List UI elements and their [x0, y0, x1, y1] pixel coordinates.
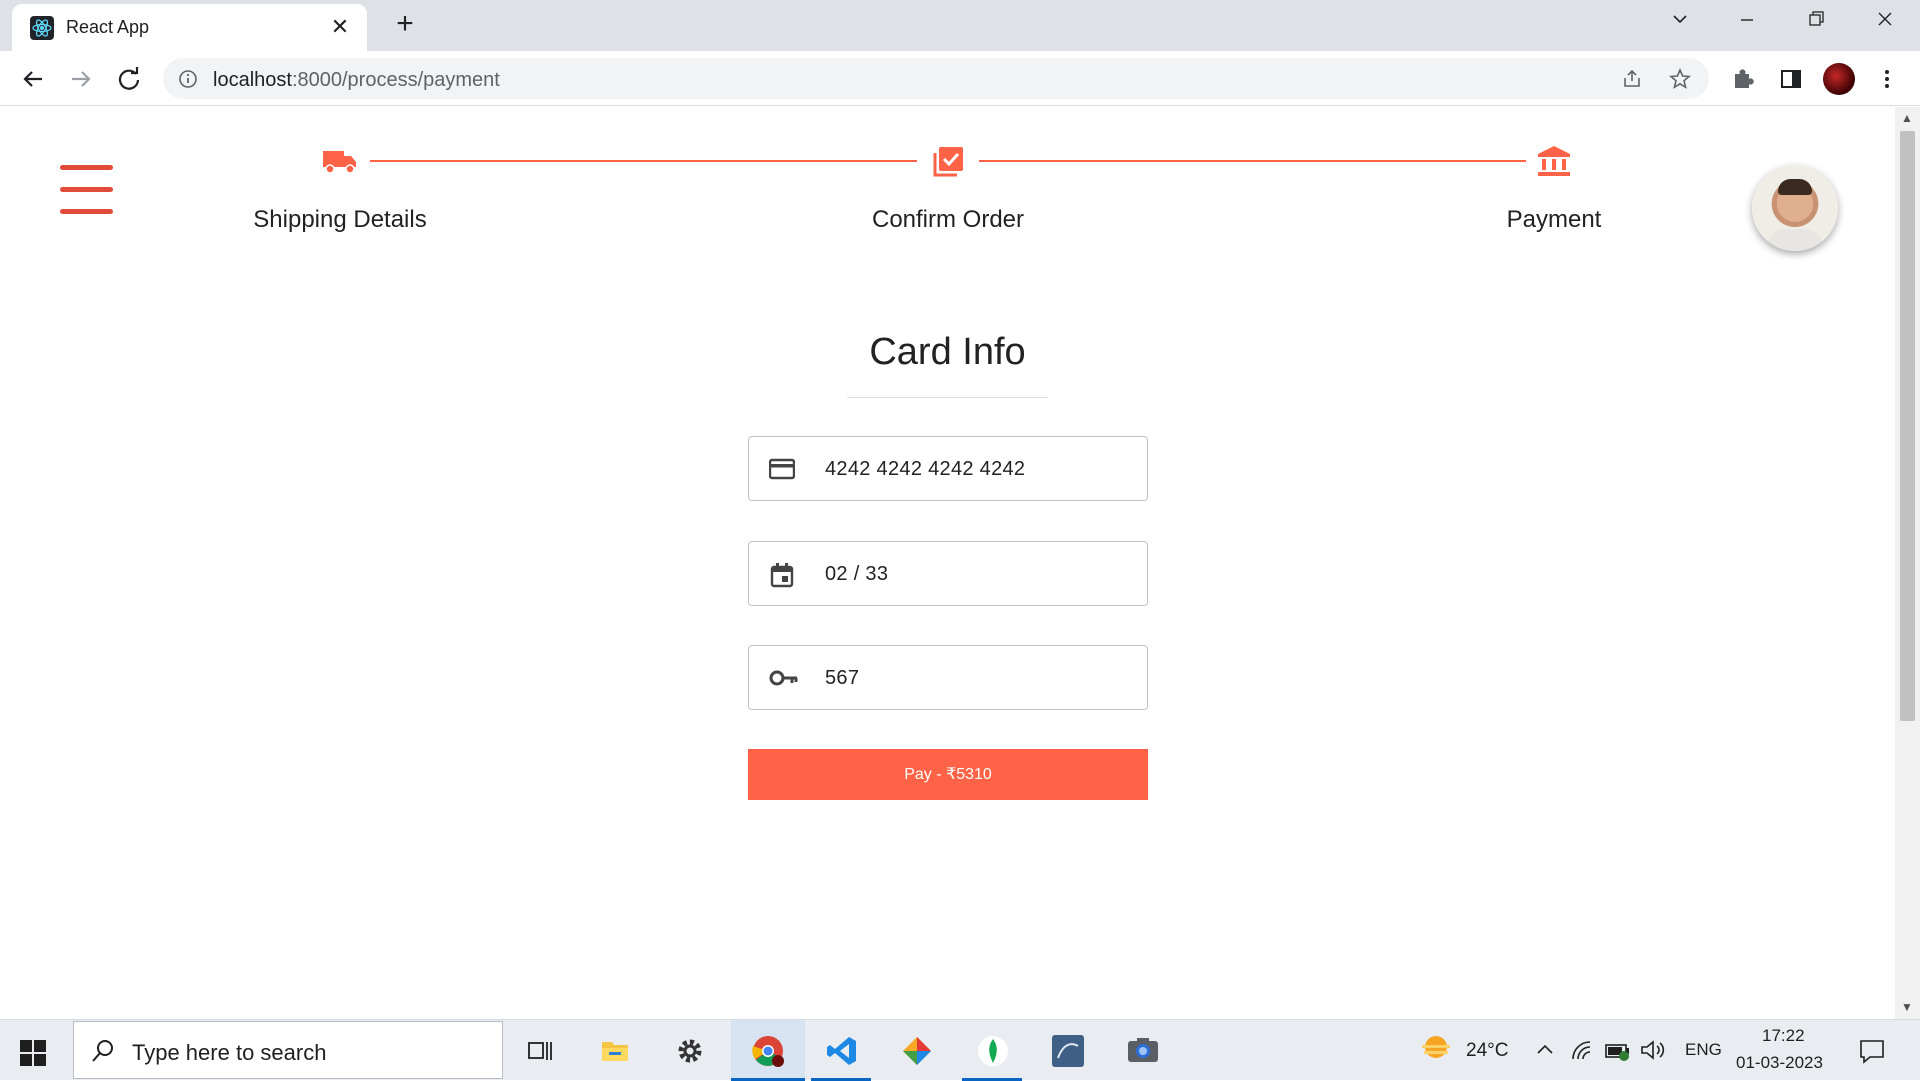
mongodb-compass-icon[interactable]: [962, 1020, 1022, 1081]
expiry-date-field[interactable]: 02 / 33: [748, 541, 1148, 606]
checklist-icon: [931, 145, 967, 177]
vscode-icon[interactable]: [811, 1020, 871, 1081]
close-window-button[interactable]: [1865, 8, 1905, 38]
chrome-menu-icon[interactable]: [1872, 64, 1902, 94]
new-tab-button[interactable]: +: [390, 9, 420, 40]
weather-temperature[interactable]: 24°C: [1466, 1040, 1508, 1062]
tab-search-icon[interactable]: [1660, 8, 1700, 38]
notifications-icon[interactable]: [1858, 1038, 1886, 1064]
bank-icon: [1536, 145, 1572, 177]
camera-app-icon[interactable]: [1112, 1020, 1172, 1081]
card-info-heading: Card Info: [869, 331, 1026, 373]
input-language[interactable]: ENG: [1685, 1040, 1722, 1060]
close-tab-icon[interactable]: ✕: [327, 14, 353, 40]
card-number-value: 4242 4242 4242 4242: [825, 458, 1026, 480]
url-text: localhost:8000/process/payment: [213, 69, 500, 91]
task-view-icon[interactable]: [510, 1020, 570, 1081]
show-hidden-icons-chevron-icon[interactable]: [1535, 1040, 1555, 1060]
bookmark-star-icon[interactable]: [1668, 67, 1692, 91]
clock-date[interactable]: 01-03-2023: [1736, 1053, 1823, 1073]
back-arrow-icon[interactable]: [18, 64, 48, 94]
heading-underline: [847, 397, 1048, 398]
windows-start-icon[interactable]: [20, 1040, 46, 1066]
cvc-field[interactable]: 567: [748, 645, 1148, 710]
credit-card-icon: [769, 458, 795, 480]
pay-button[interactable]: Pay - ₹5310: [748, 749, 1148, 800]
browser-toolbar: localhost:8000/process/payment: [0, 51, 1920, 106]
extensions-puzzle-icon[interactable]: [1728, 64, 1758, 94]
scroll-down-arrow-icon[interactable]: ▼: [1901, 1000, 1913, 1014]
expiry-date-value: 02 / 33: [825, 563, 889, 585]
profile-avatar[interactable]: [1823, 63, 1855, 95]
file-explorer-icon[interactable]: [585, 1020, 645, 1081]
react-favicon-icon: [30, 16, 54, 40]
page-scrollbar[interactable]: ▲ ▼: [1895, 107, 1920, 1019]
forward-arrow-icon[interactable]: [66, 64, 96, 94]
search-placeholder: Type here to search: [132, 1040, 327, 1065]
key-icon: [769, 670, 798, 686]
truck-icon: [322, 145, 358, 177]
step-label-payment: Payment: [1506, 206, 1602, 233]
step-label-confirm-order: Confirm Order: [871, 206, 1025, 233]
settings-gear-icon[interactable]: [660, 1020, 720, 1081]
weather-icon[interactable]: [1418, 1034, 1454, 1064]
tab-title: React App: [66, 17, 150, 37]
clock-time[interactable]: 17:22: [1762, 1026, 1805, 1046]
mysql-workbench-icon[interactable]: [1037, 1020, 1097, 1081]
windows-taskbar: Type here to search 24°C ENG 17:22 01-03…: [0, 1019, 1920, 1081]
share-icon[interactable]: [1621, 68, 1643, 90]
restore-window-button[interactable]: [1796, 8, 1836, 38]
chrome-taskbar-icon[interactable]: [731, 1020, 805, 1081]
battery-icon[interactable]: [1604, 1040, 1632, 1062]
browser-tab-strip: React App ✕ +: [0, 0, 1920, 51]
scrollbar-thumb[interactable]: [1900, 131, 1915, 721]
app-diamond-icon[interactable]: [886, 1020, 946, 1081]
calendar-icon: [770, 563, 794, 588]
side-panel-icon[interactable]: [1776, 64, 1806, 94]
site-info-icon[interactable]: [178, 69, 198, 89]
cvc-value: 567: [825, 667, 860, 689]
address-bar[interactable]: localhost:8000/process/payment: [163, 58, 1709, 99]
search-icon: [92, 1040, 113, 1062]
step-connector-2: [979, 160, 1526, 162]
step-label-shipping: Shipping Details: [253, 206, 427, 233]
card-number-field[interactable]: 4242 4242 4242 4242: [748, 436, 1148, 501]
hamburger-menu-icon[interactable]: [60, 165, 113, 215]
user-avatar[interactable]: [1752, 165, 1838, 251]
volume-icon[interactable]: [1640, 1039, 1666, 1061]
step-connector-1: [370, 160, 917, 162]
page-content: Shipping Details Confirm Order Payment C…: [0, 107, 1895, 1019]
reload-icon[interactable]: [114, 64, 144, 94]
browser-tab[interactable]: React App ✕: [12, 4, 367, 51]
minimize-window-button[interactable]: [1727, 8, 1767, 38]
taskbar-search-box[interactable]: Type here to search: [73, 1021, 503, 1079]
scroll-up-arrow-icon[interactable]: ▲: [1901, 111, 1913, 125]
network-wifi-icon[interactable]: [1570, 1039, 1594, 1061]
